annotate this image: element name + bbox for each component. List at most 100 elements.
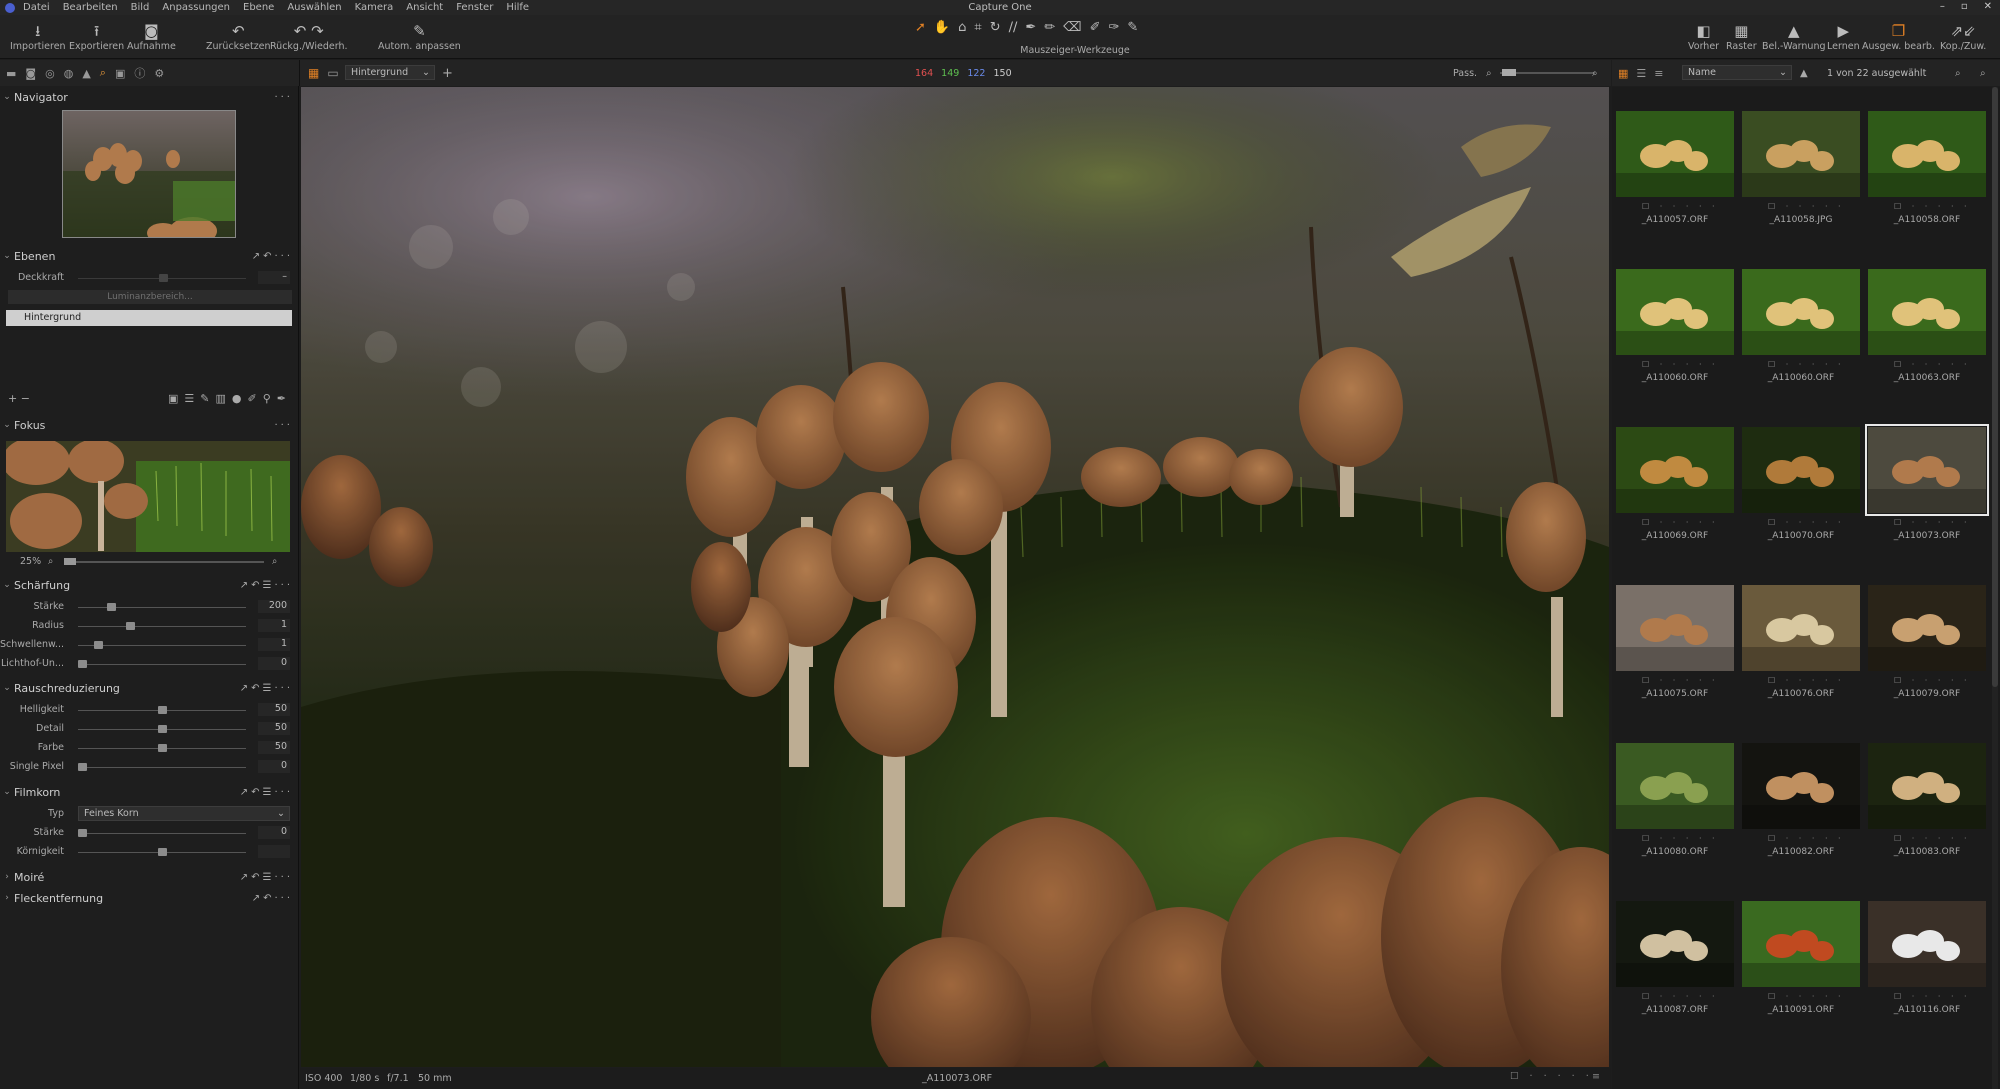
slider-value[interactable]: 0 (258, 760, 290, 773)
single-view-icon[interactable]: ▦ (308, 66, 319, 80)
layer-select[interactable]: Hintergrund ⌄ (345, 65, 435, 80)
slider-value[interactable]: 0 (258, 826, 290, 839)
spot-removal-header[interactable]: › Fleckentfernung ↗↶··· (0, 889, 299, 907)
navigator-thumbnail[interactable] (62, 110, 236, 238)
image-viewer[interactable] (301, 87, 1609, 1067)
thumbnail-item[interactable]: ☐ · · · · · _A110076.ORF (1738, 551, 1864, 709)
straighten-icon[interactable]: ∕∕ (1009, 20, 1018, 35)
picker-icon[interactable]: ✒ (1025, 20, 1036, 35)
rating-dots[interactable]: ☐ · · · · · (1642, 518, 1719, 527)
slider-value[interactable] (258, 845, 290, 858)
mask-icon[interactable]: ▣ (168, 392, 184, 405)
menu-hilfe[interactable]: Hilfe (506, 2, 529, 13)
noise-header[interactable]: ⌄ Rauschreduzierung ↗↶☰··· (0, 679, 299, 697)
grain-type-select[interactable]: Feines Korn ⌄ (78, 806, 290, 821)
edit-selected-button[interactable]: ❐ Ausgew. bearb. (1862, 21, 1935, 52)
thumbnail-image[interactable] (1868, 585, 1986, 671)
slider-knob[interactable] (158, 725, 167, 733)
stamp-icon[interactable]: ⚲ (263, 392, 277, 405)
slider-knob[interactable] (158, 706, 167, 714)
slider-knob[interactable] (126, 622, 135, 630)
undo-redo-button[interactable]: ↶ ↷ Rückg./Wiederh. (270, 21, 348, 52)
brush-tool-icon[interactable]: ✎ (200, 392, 215, 405)
zoom-out-icon[interactable]: ⌕ (48, 556, 53, 567)
thumbnail-item[interactable]: ☐ · · · · · _A110073.ORF (1864, 393, 1990, 551)
metadata-tab-icon[interactable]: ⓘ (134, 65, 145, 81)
thumbnail-item[interactable]: ☐ · · · · · _A110058.JPG (1738, 87, 1864, 235)
gradient-icon[interactable]: ✐ (1090, 20, 1101, 35)
lens-tab-icon[interactable]: ◎ (45, 67, 55, 80)
color-tab-icon[interactable]: ◍ (64, 67, 74, 80)
zoom-in-icon[interactable]: ⌕ (272, 556, 277, 567)
rating-dots[interactable]: ☐ · · · · · (1768, 202, 1845, 211)
focus-zoom-slider[interactable] (64, 558, 76, 565)
thumbnail-item[interactable]: ☐ · · · · · _A110060.ORF (1612, 235, 1738, 393)
minimize-icon[interactable]: – (1940, 1, 1945, 12)
sort-select[interactable]: Name ⌄ (1682, 65, 1792, 80)
search-icon[interactable]: ⌕ (1980, 68, 1986, 79)
thumbnail-image[interactable] (1742, 743, 1860, 829)
slider-knob[interactable] (94, 641, 103, 649)
thumbnail-image[interactable] (1616, 427, 1734, 513)
rating-dots[interactable]: ☐ · · · · · (1768, 518, 1845, 527)
thumbnail-image[interactable] (1868, 111, 1986, 197)
thumbnail-item[interactable]: ☐ · · · · · _A110079.ORF (1864, 551, 1990, 709)
thumbnail-image[interactable] (1742, 427, 1860, 513)
thumbnail-item[interactable]: ☐ · · · · · _A110060.ORF (1738, 235, 1864, 393)
capture-tab-icon[interactable]: ◙ (25, 67, 36, 80)
thumbnail-item[interactable]: ☐ · · · · · _A110057.ORF (1612, 87, 1738, 235)
grain-header[interactable]: ⌄ Filmkorn ↗↶☰··· (0, 783, 299, 801)
remove-layer-icon[interactable]: − (21, 392, 30, 405)
slider-value[interactable]: 50 (258, 722, 290, 735)
thumbnail-item[interactable]: ☐ · · · · · _A110091.ORF (1738, 867, 1864, 1025)
learn-button[interactable]: ▶ Lernen (1827, 21, 1860, 52)
rating-dots[interactable]: ☐ · · · · · (1642, 834, 1719, 843)
select-cursor-icon[interactable]: ➚ (915, 20, 926, 35)
thumbnail-image[interactable] (1868, 901, 1986, 987)
thumbnail-image[interactable] (1616, 743, 1734, 829)
rating-dots[interactable]: ☐ · · · · · (1894, 202, 1971, 211)
slider-value[interactable]: 50 (258, 741, 290, 754)
add-layer-icon[interactable]: + (8, 392, 17, 405)
before-button[interactable]: ◧ Vorher (1688, 21, 1719, 52)
rating-dots[interactable]: ☐ · · · · · (1642, 676, 1719, 685)
thumbnail-image[interactable] (1742, 585, 1860, 671)
heal-icon[interactable]: ✑ (1108, 20, 1119, 35)
thumbnail-image[interactable] (1616, 585, 1734, 671)
crop-icon[interactable]: ⌗ (974, 20, 981, 35)
slider-value[interactable]: 1 (258, 619, 290, 632)
keystone-icon[interactable]: ⌂ (958, 20, 966, 35)
slider-value[interactable]: 0 (258, 657, 290, 670)
eraser-tool-icon[interactable]: ✐ (248, 392, 263, 405)
rating-dots[interactable]: ☐ · · · · · (1894, 518, 1971, 527)
thumbnail-item[interactable]: ☐ · · · · · _A110087.ORF (1612, 867, 1738, 1025)
moire-header[interactable]: › Moiré ↗↶☰··· (0, 868, 299, 886)
slider-knob[interactable] (158, 744, 167, 752)
thumbnail-item[interactable]: ☐ · · · · · _A110080.ORF (1612, 709, 1738, 867)
rating-dots[interactable]: ☐ · · · · · (1768, 676, 1845, 685)
slider-value[interactable]: 50 (258, 703, 290, 716)
annotate-icon[interactable]: ✎ (1127, 20, 1138, 35)
menu-icon[interactable]: ≡ (1592, 1071, 1600, 1082)
multi-view-icon[interactable]: ▭ (327, 66, 338, 80)
rating-dots[interactable]: ☐ · · · · · (1894, 360, 1971, 369)
thumbnail-item[interactable]: ☐ · · · · · _A110116.ORF (1864, 867, 1990, 1025)
browser-scrollbar[interactable] (1992, 87, 1998, 1089)
thumbnail-item[interactable]: ☐ · · · · · _A110058.ORF (1864, 87, 1990, 235)
slider-value[interactable]: 200 (258, 600, 290, 613)
more-icon[interactable]: ··· (274, 92, 293, 103)
zoom-in-icon[interactable]: ⌕ (1592, 68, 1598, 79)
rating-dots[interactable]: ☐ · · · · · (1642, 202, 1719, 211)
filmstrip-view-icon[interactable]: ≡ (1654, 67, 1663, 80)
rating-dots[interactable]: ☐ · · · · · (1894, 834, 1971, 843)
focus-preview[interactable] (6, 441, 290, 552)
rating-dots[interactable]: ☐ · · · · · (1768, 992, 1845, 1001)
thumbnail-image[interactable] (1865, 424, 1989, 516)
radial-icon[interactable]: ● (232, 392, 248, 405)
menu-anpassungen[interactable]: Anpassungen (162, 2, 230, 13)
thumbnail-image[interactable] (1868, 743, 1986, 829)
thumbnail-item[interactable]: ☐ · · · · · _A110070.ORF (1738, 393, 1864, 551)
pan-icon[interactable]: ✋ (934, 20, 950, 35)
exposure-tab-icon[interactable]: ▲ (82, 67, 90, 80)
auto-adjust-button[interactable]: ✎ Autom. anpassen (378, 21, 461, 52)
